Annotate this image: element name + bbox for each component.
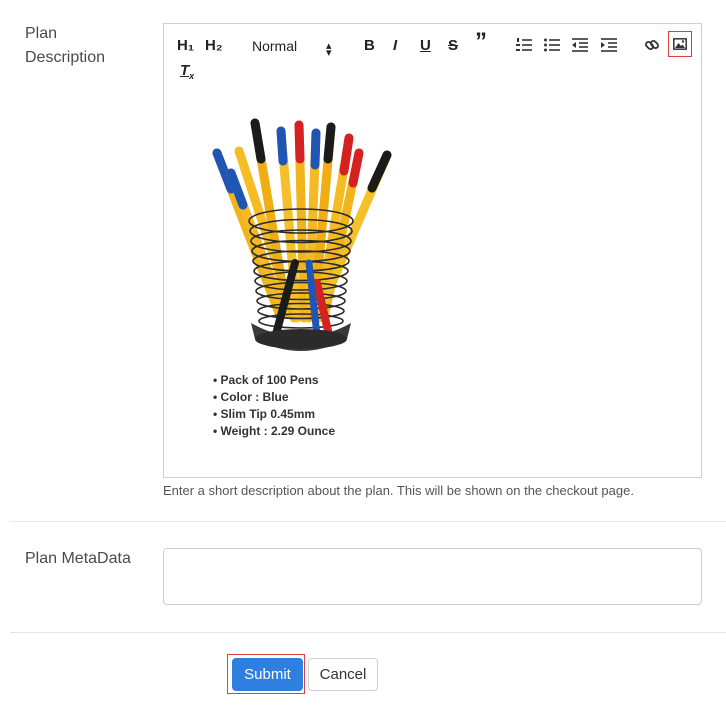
- bullet-list-icon[interactable]: [544, 38, 560, 52]
- clear-format-icon[interactable]: Tx: [180, 61, 194, 86]
- ordered-list-icon[interactable]: [516, 38, 532, 52]
- bold-button[interactable]: B: [364, 36, 375, 56]
- link-icon[interactable]: [644, 37, 660, 53]
- bullet-item: Slim Tip 0.45mm: [213, 406, 335, 423]
- h2-button[interactable]: H₂: [205, 36, 223, 56]
- plan-description-label: Plan Description: [25, 25, 106, 66]
- divider: [10, 632, 726, 633]
- plan-metadata-label: Plan MetaData: [25, 550, 131, 567]
- chevron-down-icon: ▾: [326, 47, 332, 59]
- indent-icon[interactable]: [601, 38, 617, 52]
- cancel-button[interactable]: Cancel: [308, 658, 378, 691]
- outdent-icon[interactable]: [572, 38, 588, 52]
- description-hint: Enter a short description about the plan…: [163, 483, 634, 498]
- italic-button[interactable]: I: [393, 36, 397, 56]
- underline-button[interactable]: U: [420, 36, 431, 56]
- bullet-item: Pack of 100 Pens: [213, 372, 335, 389]
- bullet-item: Color : Blue: [213, 389, 335, 406]
- pens-cup-image: [212, 118, 392, 351]
- blockquote-button[interactable]: ”: [475, 30, 487, 54]
- editor-toolbar: H₁ H₂ Normal ▴ ▾ B I U S ” Tx: [163, 23, 702, 90]
- format-select[interactable]: Normal: [252, 36, 297, 56]
- submit-button[interactable]: Submit: [232, 658, 303, 691]
- image-button-highlight: [668, 31, 692, 57]
- h1-button[interactable]: H₁: [177, 36, 194, 56]
- plan-metadata-input[interactable]: [163, 548, 702, 605]
- strike-button[interactable]: S: [448, 36, 458, 56]
- bullet-item: Weight : 2.29 Ounce: [213, 423, 335, 440]
- description-bullet-list: Pack of 100 Pens Color : Blue Slim Tip 0…: [213, 372, 335, 440]
- divider: [10, 521, 726, 522]
